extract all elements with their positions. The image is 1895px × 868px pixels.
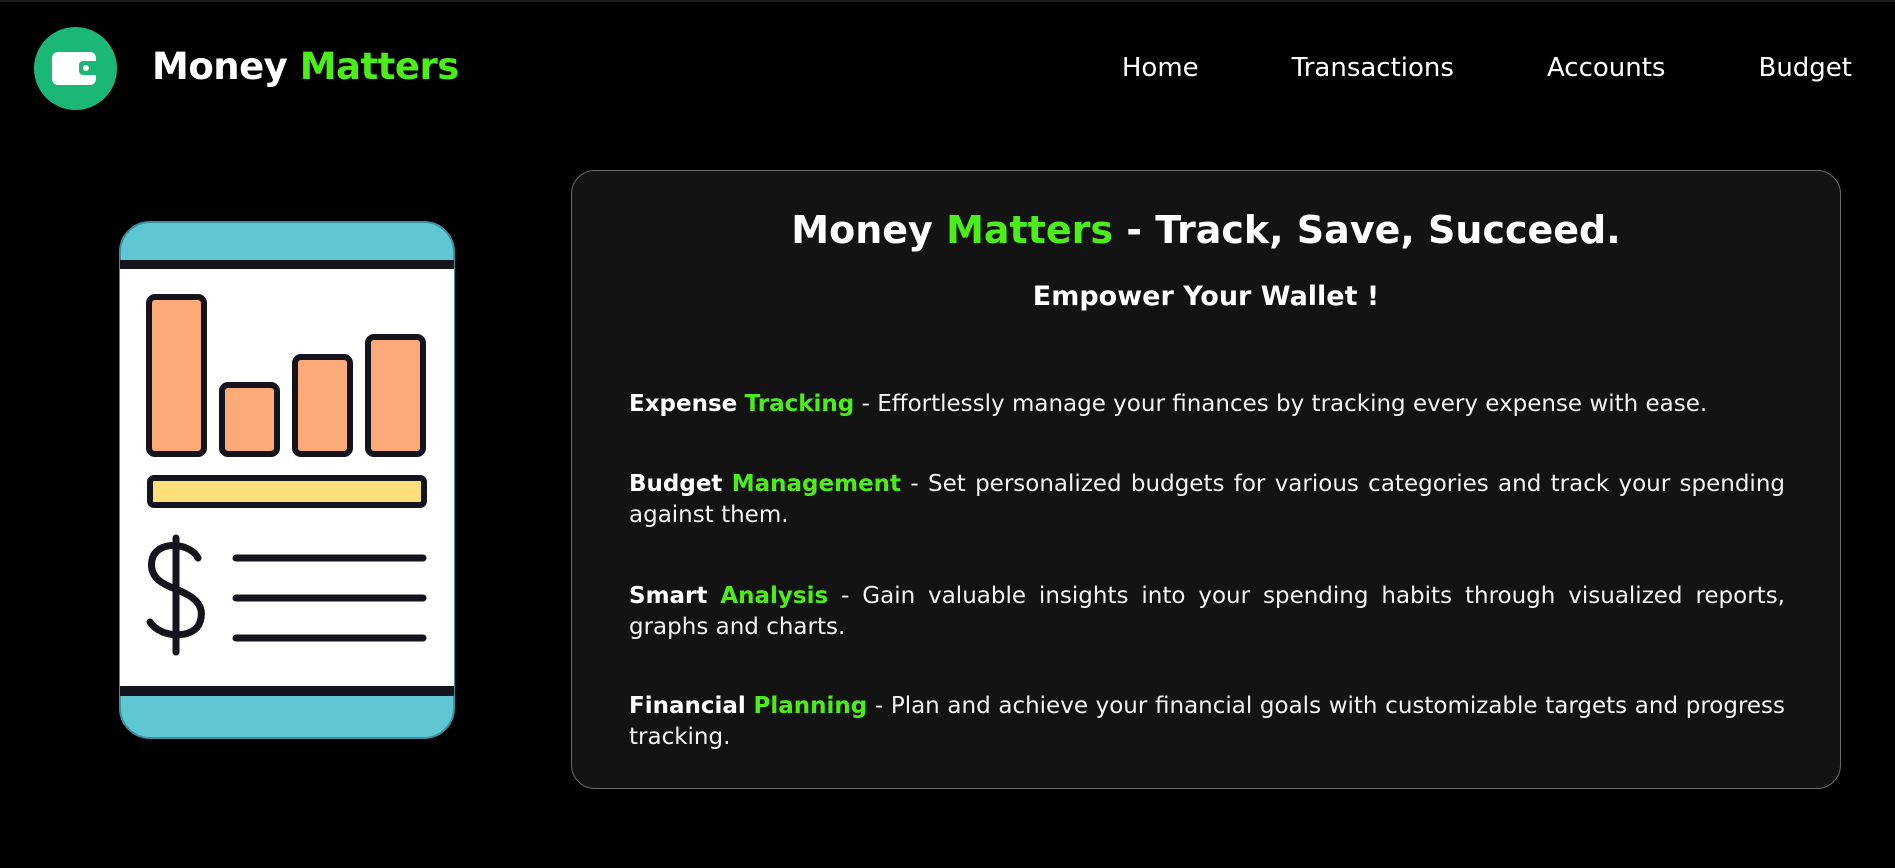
feature-name-part2: Management xyxy=(731,471,902,497)
feature-item: Budget Management - Set personalized bud… xyxy=(629,469,1785,531)
brand-name[interactable]: Money Matters xyxy=(152,42,459,92)
features-card: Money Matters - Track, Save, Succeed. Em… xyxy=(571,170,1841,789)
brand-name-part2: Matters xyxy=(299,45,460,88)
feature-item: Financial Planning - Plan and achieve yo… xyxy=(629,691,1785,753)
navbar: Money Matters Home Transactions Accounts… xyxy=(0,2,1895,137)
feature-name-part1: Expense xyxy=(629,391,738,417)
hero-title: Money Matters - Track, Save, Succeed. xyxy=(572,205,1840,255)
feature-name-part1: Financial xyxy=(629,693,746,719)
page: Money Matters Home Transactions Accounts… xyxy=(0,0,1895,868)
brand-name-part1: Money xyxy=(152,45,288,88)
hero-title-part3: - Track, Save, Succeed. xyxy=(1126,208,1621,252)
hero-illustration xyxy=(118,220,456,740)
mobile-finance-report-icon xyxy=(119,221,455,739)
hero-title-part2: Matters xyxy=(946,208,1113,252)
feature-name-part1: Smart xyxy=(629,583,708,609)
feature-item: Smart Analysis - Gain valuable insights … xyxy=(629,581,1785,643)
nav-link-home[interactable]: Home xyxy=(1122,50,1199,86)
wallet-icon xyxy=(52,52,101,85)
logo[interactable] xyxy=(34,27,117,110)
feature-name-part2: Tracking xyxy=(744,391,855,417)
feature-description: - Effortlessly manage your finances by t… xyxy=(861,391,1708,417)
nav-link-budget[interactable]: Budget xyxy=(1758,50,1852,86)
feature-name-part1: Budget xyxy=(629,471,723,497)
feature-item: Expense Tracking - Effortlessly manage y… xyxy=(629,389,1785,420)
hero-subtitle: Empower Your Wallet ! xyxy=(1032,281,1380,312)
feature-name-part2: Analysis xyxy=(720,583,829,609)
hero-title-part1: Money xyxy=(791,208,933,252)
nav-link-transactions[interactable]: Transactions xyxy=(1292,50,1454,86)
feature-name-part2: Planning xyxy=(753,693,868,719)
nav-menu: Home Transactions Accounts Budget xyxy=(1122,50,1852,86)
nav-link-accounts[interactable]: Accounts xyxy=(1547,50,1666,86)
